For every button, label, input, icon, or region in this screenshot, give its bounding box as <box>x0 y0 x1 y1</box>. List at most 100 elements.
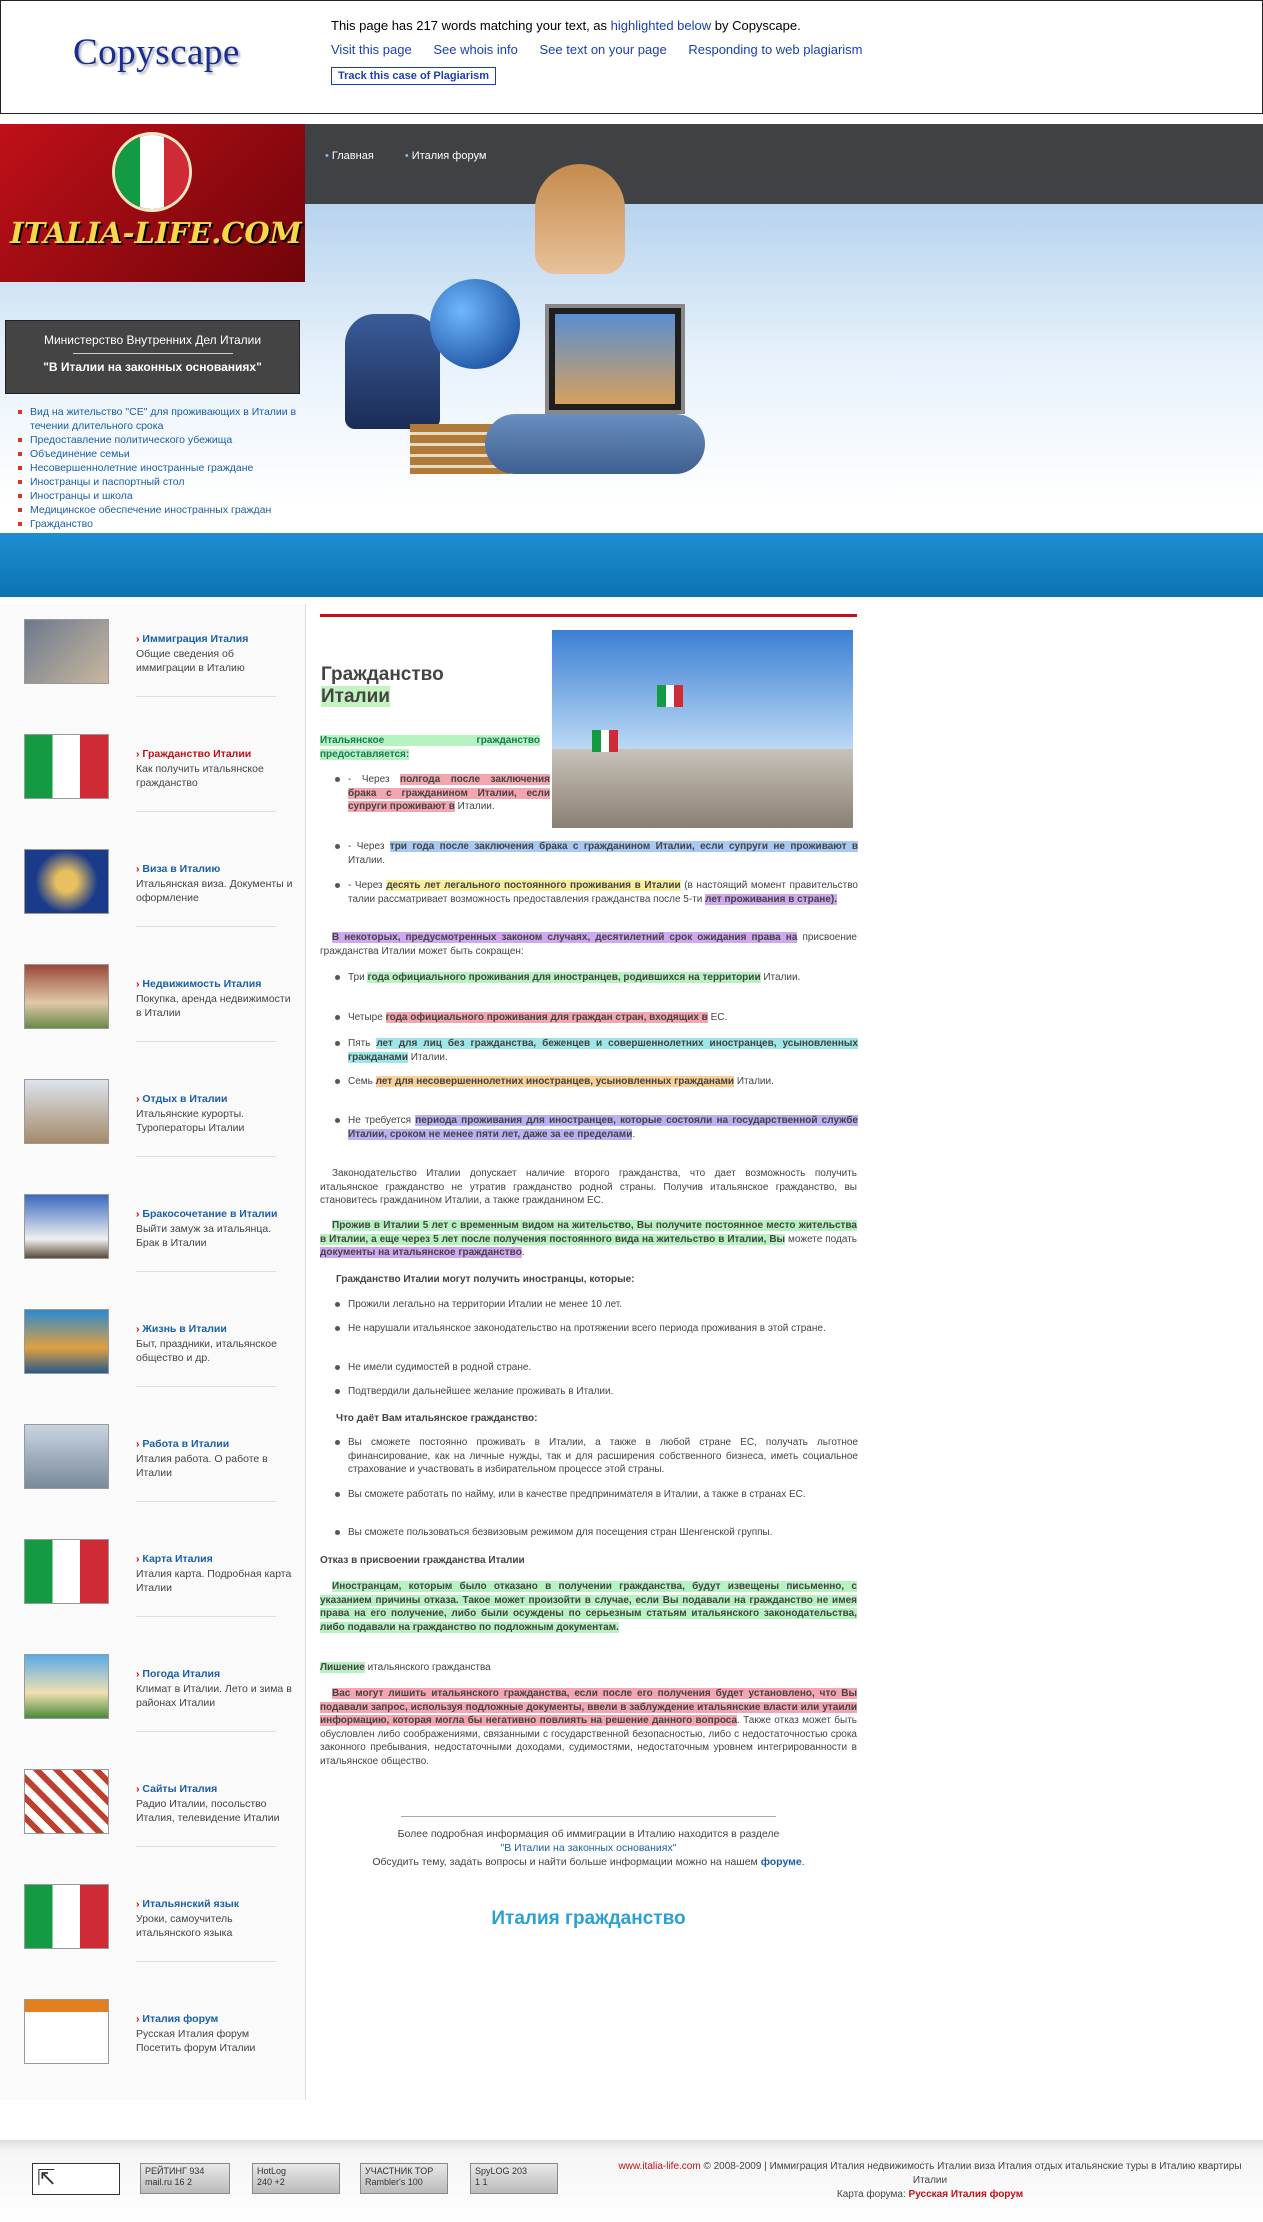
copyscape-logo[interactable]: Copyscape <box>73 31 240 74</box>
menu-item-desc: Радио Италии, посольство Италия, телевид… <box>136 1798 280 1824</box>
ministry-title: Министерство Внутренних Дел Италии <box>43 333 262 347</box>
intro: Итальянское гражданство предоставляется: <box>320 735 540 760</box>
menu-item-forum[interactable]: Италия форум Русская Италия форум Посети… <box>24 1984 284 2084</box>
hero-image <box>345 164 765 494</box>
legal-section-link[interactable]: "В Италии на законных основаниях" <box>501 1842 677 1854</box>
more-info-text: Более подробная информация об иммиграции… <box>397 1828 780 1840</box>
italy-flag-icon <box>112 132 192 212</box>
site-link[interactable]: www.italia-life.com <box>618 2161 700 2172</box>
side-link[interactable]: Гражданство <box>14 517 304 531</box>
bullet: - Через три года после заключения брака … <box>335 841 858 866</box>
menu-item-language[interactable]: Итальянский язык Уроки, самоучитель итал… <box>24 1869 284 1969</box>
weather-thumb <box>24 1654 109 1719</box>
bullet: Прожили легально на территории Италии не… <box>335 1298 858 1312</box>
divider <box>136 1041 276 1042</box>
blue-band <box>0 533 1263 597</box>
side-link[interactable]: Предоставление политического убежища <box>14 433 304 447</box>
forum-link[interactable]: форуме <box>761 1856 802 1868</box>
hotlog-counter[interactable]: HotLog 240 +2 <box>252 2163 340 2194</box>
menu-item-immigration[interactable]: Иммиграция Италия Общие сведения об имми… <box>24 604 284 704</box>
menu-item-desc: Как получить итальянское гражданство <box>136 763 264 789</box>
menu-item-title[interactable]: Гражданство Италии <box>136 748 251 760</box>
red-rule <box>320 614 857 617</box>
menu-item-title[interactable]: Недвижимость Италия <box>136 978 261 990</box>
bullet: Вы сможете постоянно проживать в Италии,… <box>335 1437 858 1475</box>
menu-item-desc: Выйти замуж за итальянца. Брак в Италии <box>136 1223 272 1249</box>
bullet: Подтвердили дальнейшее желание проживать… <box>335 1385 858 1399</box>
language-thumb <box>24 1884 109 1949</box>
divider <box>136 696 276 697</box>
see-text-link[interactable]: See text on your page <box>540 42 667 57</box>
spylog-counter[interactable]: SpyLOG 203 1 1 <box>470 2163 558 2194</box>
arrow-icon[interactable]: ⇱ <box>32 2163 120 2195</box>
track-plagiarism-button[interactable]: Track this case of Plagiarism <box>331 67 497 85</box>
site-logo[interactable]: ITALIA-LIFE.COM <box>0 124 305 282</box>
side-link[interactable]: Объединение семьи <box>14 447 304 461</box>
menu-item-title[interactable]: Жизнь в Италии <box>136 1323 226 1335</box>
menu-item-title[interactable]: Отдых в Италии <box>136 1093 227 1105</box>
menu-item-desc: Уроки, самоучитель итальянского языка <box>136 1913 233 1939</box>
menu-item-desc: Италия работа. О работе в Италии <box>136 1453 268 1479</box>
bullet: Три года официального проживания для ино… <box>335 971 858 985</box>
top-nav: Главная Италия форум <box>325 150 514 162</box>
mailru-counter[interactable]: РЕЙТИНГ 934 mail.ru 16 2 <box>140 2163 230 2194</box>
ministry-box[interactable]: Министерство Внутренних Дел Италии "В Ит… <box>5 320 300 394</box>
menu-item-title[interactable]: Иммиграция Италия <box>136 633 248 645</box>
forum-map-link[interactable]: Русская Италия форум <box>909 2189 1024 2200</box>
responding-link[interactable]: Responding to web plagiarism <box>688 42 862 57</box>
bullet: Не нарушали итальянское законодательство… <box>335 1322 858 1336</box>
menu-item-life[interactable]: Жизнь в Италии Быт, праздники, итальянск… <box>24 1294 284 1394</box>
side-link[interactable]: Вид на жительство "CE" для проживающих в… <box>14 405 304 433</box>
nav-forum[interactable]: Италия форум <box>405 150 487 162</box>
highlighted-below-link[interactable]: highlighted below <box>611 18 711 33</box>
menu-item-desc: Русская Италия форум Посетить форум Итал… <box>136 2028 256 2054</box>
menu-item-work[interactable]: Работа в Италии Италия работа. О работе … <box>24 1409 284 1509</box>
bullet: - Через десять лет легального постоянног… <box>335 880 858 905</box>
menu-item-title[interactable]: Итальянский язык <box>136 1898 239 1910</box>
paragraph: Законодательство Италии допускает наличи… <box>320 1168 857 1206</box>
copyscape-message: This page has 217 words matching your te… <box>331 18 801 33</box>
menu-item-citizenship[interactable]: Гражданство Италии Как получить итальянс… <box>24 719 284 819</box>
menu-item-title[interactable]: Погода Италия <box>136 1668 220 1680</box>
realty-thumb <box>24 964 109 1029</box>
menu-item-holiday[interactable]: Отдых в Италии Итальянские курорты. Туро… <box>24 1064 284 1164</box>
side-link[interactable]: Несовершеннолетние иностранные граждане <box>14 461 304 475</box>
paragraph: Иностранцам, которым было отказано в пол… <box>320 1581 857 1633</box>
citizenship-thumb <box>24 734 109 799</box>
logo-text: ITALIA-LIFE.COM <box>10 216 302 250</box>
rambler-counter[interactable]: УЧАСТНИК TOP Rambler's 100 <box>360 2163 448 2194</box>
holiday-thumb <box>24 1079 109 1144</box>
bullet: Семь лет для несовершеннолетних иностран… <box>335 1075 858 1089</box>
divider <box>136 1156 276 1157</box>
menu-item-weather[interactable]: Погода Италия Климат в Италии. Лето и зи… <box>24 1639 292 1739</box>
menu-item-wedding[interactable]: Бракосочетание в Италии Выйти замуж за и… <box>24 1179 284 1279</box>
menu-item-realty[interactable]: Недвижимость Италия Покупка, аренда недв… <box>24 949 291 1049</box>
menu-item-desc: Итальянские курорты. Туроператоры Италии <box>136 1108 245 1134</box>
paragraph: Лишение итальянского гражданства <box>320 1662 491 1673</box>
bullet: Пять лет для лиц без гражданства, беженц… <box>335 1038 858 1063</box>
divider <box>72 353 233 354</box>
whois-link[interactable]: See whois info <box>433 42 518 57</box>
side-link[interactable]: Иностранцы и паспортный стол <box>14 475 304 489</box>
menu-item-title[interactable]: Карта Италия <box>136 1553 212 1565</box>
side-link[interactable]: Медицинское обеспечение иностранных граж… <box>14 503 304 517</box>
left-menu: Иммиграция Италия Общие сведения об имми… <box>0 604 306 2100</box>
work-thumb <box>24 1424 109 1489</box>
menu-item-title[interactable]: Бракосочетание в Италии <box>136 1208 277 1220</box>
menu-item-map[interactable]: Карта Италия Италия карта. Подробная кар… <box>24 1524 291 1624</box>
menu-item-desc: Итальянская виза. Документы и оформление <box>136 878 293 904</box>
menu-item-title[interactable]: Виза в Италию <box>136 863 220 875</box>
bottom-title: Италия гражданство <box>491 1908 686 1929</box>
menu-item-sites[interactable]: Сайты Италия Радио Италии, посольство Ит… <box>24 1754 284 1854</box>
menu-item-visa[interactable]: Виза в Италию Итальянская виза. Документ… <box>24 834 293 934</box>
backpack-image <box>345 314 440 429</box>
menu-item-title[interactable]: Сайты Италия <box>136 1783 217 1795</box>
menu-item-title[interactable]: Италия форум <box>136 2013 218 2025</box>
divider <box>136 811 276 812</box>
nav-home[interactable]: Главная <box>325 150 374 162</box>
menu-item-title[interactable]: Работа в Италии <box>136 1438 229 1450</box>
more-info: Более подробная информация об иммиграции… <box>320 1816 857 1869</box>
bullet: Не имели судимостей в родной стране. <box>335 1361 858 1375</box>
side-link[interactable]: Иностранцы и школа <box>14 489 304 503</box>
visit-page-link[interactable]: Visit this page <box>331 42 412 57</box>
